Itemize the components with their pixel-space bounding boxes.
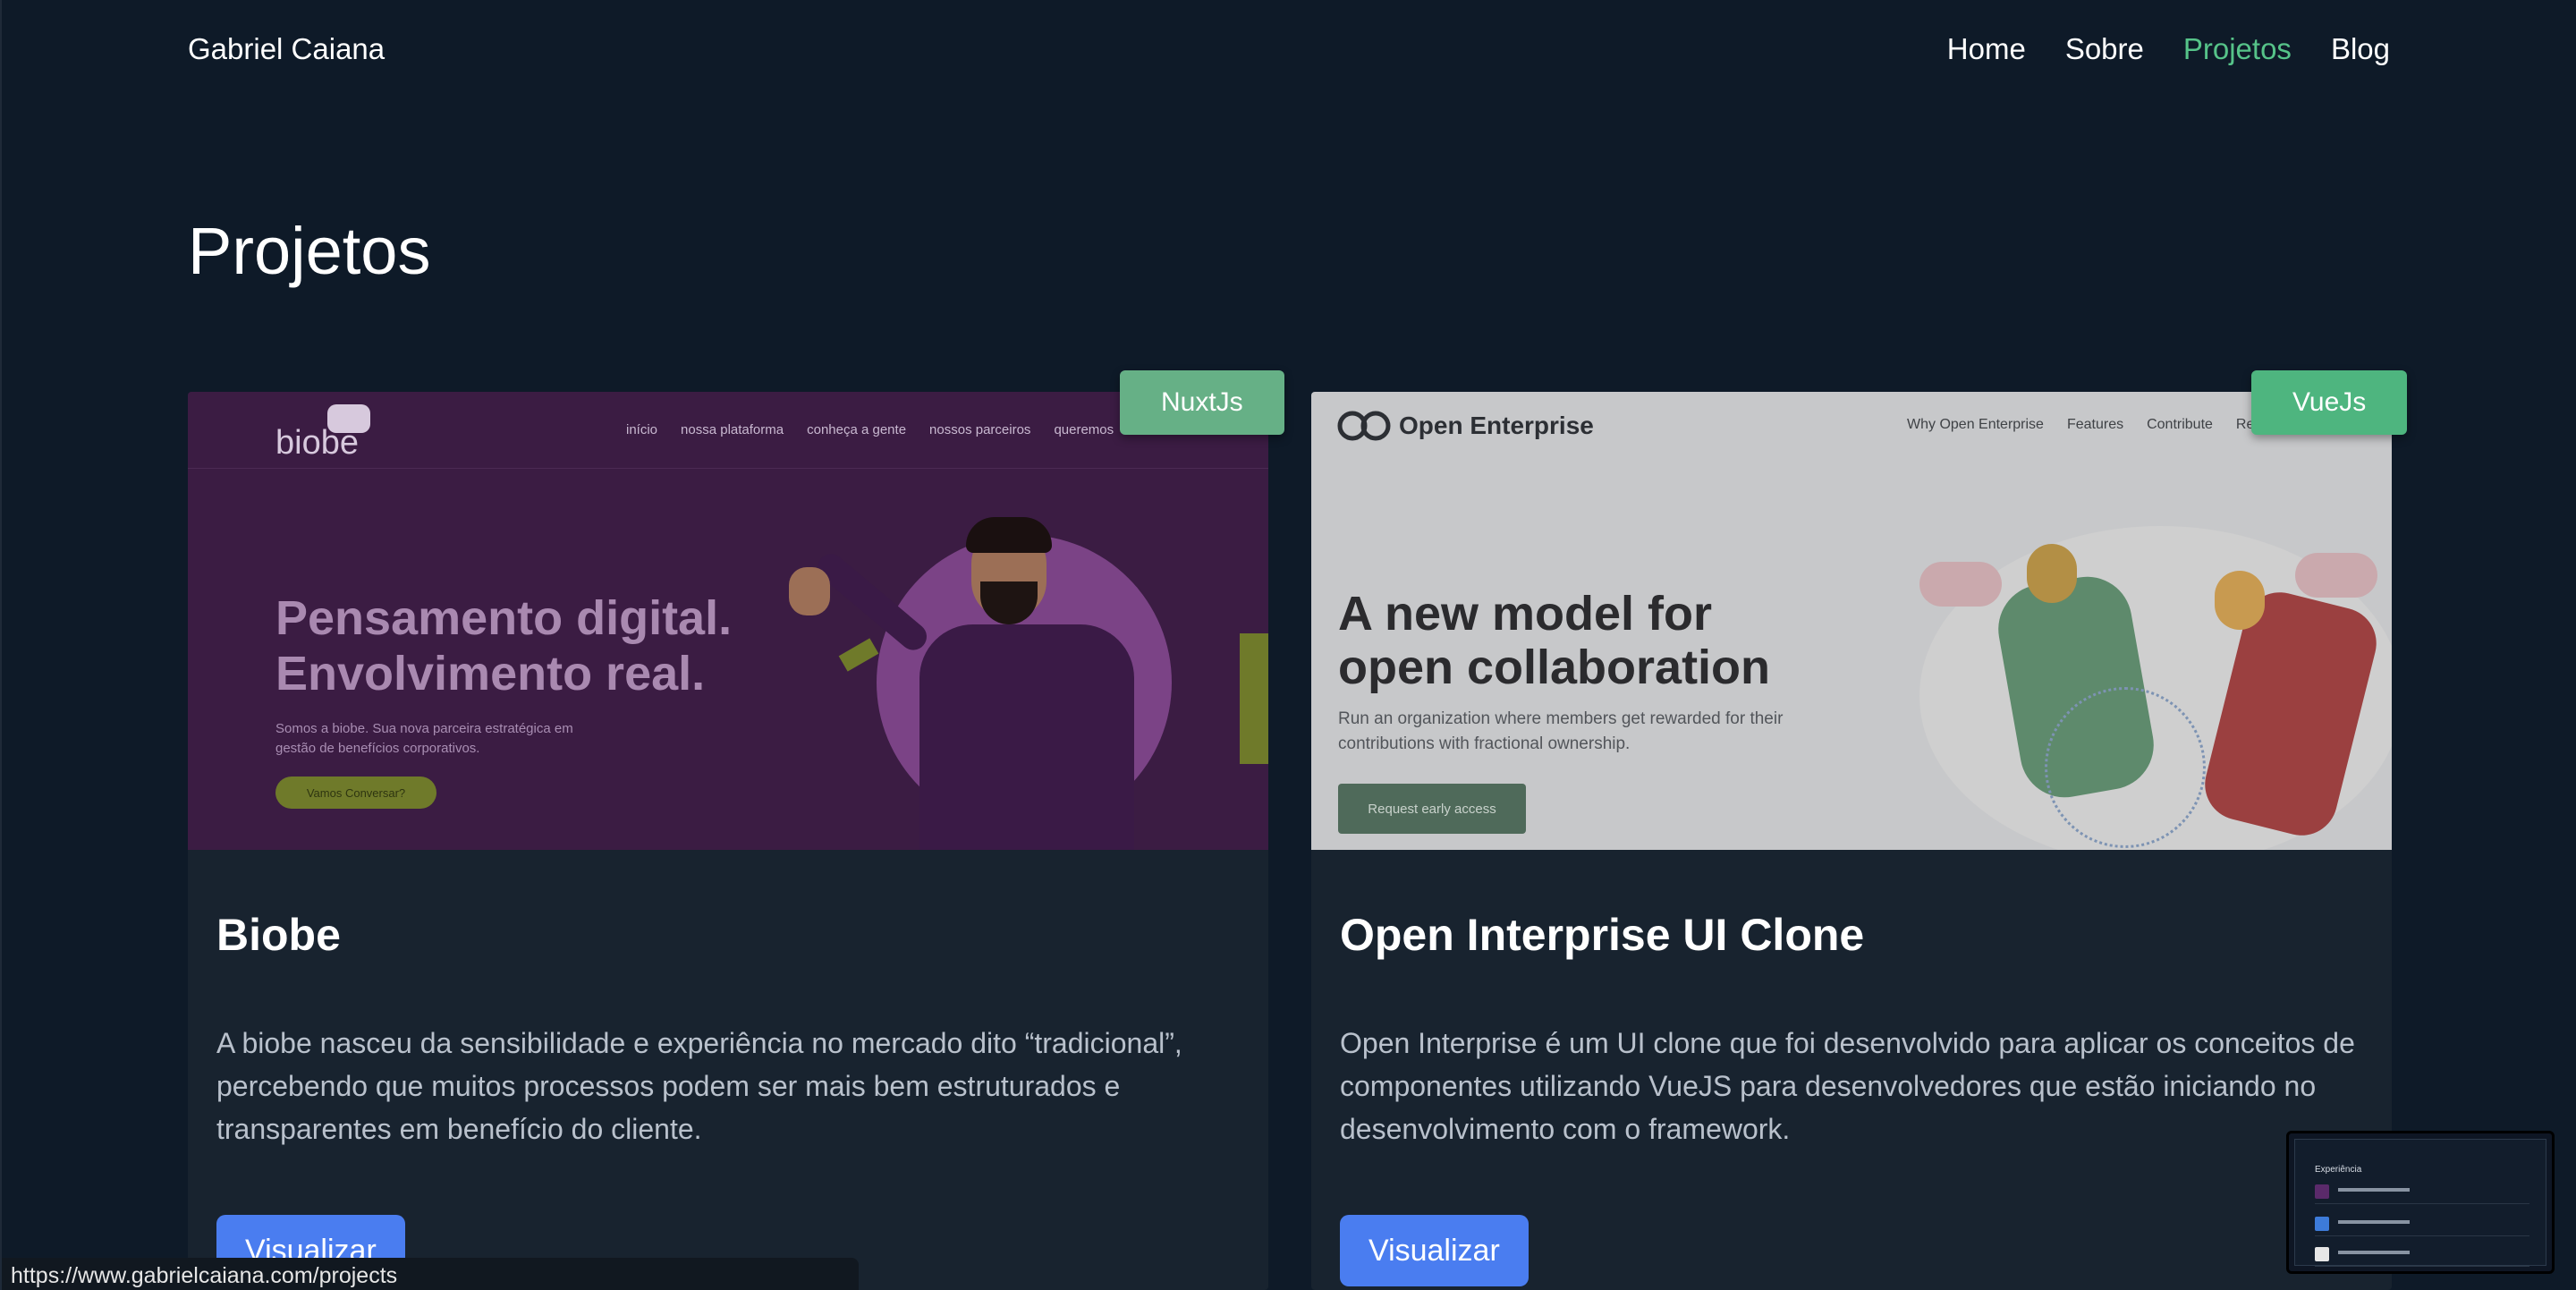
company-logo-icon <box>2315 1247 2329 1261</box>
preview-link: Contribute <box>2147 417 2213 432</box>
mini-preview-row <box>2315 1183 2529 1204</box>
open-enterprise-logo-icon <box>1337 411 1391 441</box>
mini-preview-line <box>2338 1220 2410 1224</box>
illustration-person <box>919 624 1134 850</box>
preview-headline-line: Envolvimento real. <box>275 647 706 700</box>
page: Gabriel Caiana Home Sobre Projetos Blog … <box>0 0 2576 1290</box>
preview-headline: A new model for open collaboration <box>1338 587 1770 694</box>
nav-blog[interactable]: Blog <box>2331 32 2390 66</box>
nav-projetos[interactable]: Projetos <box>2183 32 2292 66</box>
preview-headline-line: Pensamento digital. <box>275 591 733 645</box>
nav-sobre[interactable]: Sobre <box>2065 32 2144 66</box>
project-thumbnail-open-interprise[interactable]: Open Enterprise Why Open Enterprise Feat… <box>1311 392 2392 850</box>
illustration-head <box>2215 571 2265 630</box>
mini-preview-row <box>2315 1215 2529 1236</box>
preview-link: início <box>626 422 658 437</box>
preview-subtitle: Somos a biobe. Sua nova parceira estraté… <box>275 721 573 756</box>
illustration-head <box>2027 544 2077 603</box>
site-header: Gabriel Caiana Home Sobre Projetos Blog <box>188 27 2390 72</box>
preview-links: Why Open Enterprise Features Contribute … <box>1907 417 2254 433</box>
project-title: Open Interprise UI Clone <box>1340 910 1865 960</box>
preview-link: conheça a gente <box>807 422 907 437</box>
preview-headline-line: open collaboration <box>1338 641 1771 694</box>
mini-page-preview[interactable]: Experiência <box>2286 1131 2555 1274</box>
feedback-tab <box>1240 633 1268 764</box>
tech-badge-nuxtjs: NuxtJs <box>1120 370 1284 435</box>
project-card-open-interprise: Open Enterprise Why Open Enterprise Feat… <box>1311 392 2392 1290</box>
mini-preview-content: Experiência <box>2294 1139 2546 1267</box>
preview-link: queremos <box>1054 422 1114 437</box>
preview-cta: Vamos Conversar? <box>275 777 436 809</box>
preview-link: Features <box>2066 417 2124 432</box>
speech-bubble-icon <box>1919 562 2002 607</box>
tech-badge-vuejs: VueJs <box>2251 370 2408 435</box>
project-description: A biobe nasceu da sensibilidade e experi… <box>216 1027 1182 1145</box>
illustration-cuff <box>838 638 879 672</box>
preview-link: nossa plataforma <box>681 422 784 437</box>
preview-link: nossos parceiros <box>929 422 1031 437</box>
illustration-dots <box>2045 687 2206 848</box>
project-title: Biobe <box>216 910 341 960</box>
visualize-button[interactable]: Visualizar <box>1340 1215 1529 1286</box>
preview-headline-line: A new model for <box>1338 587 1713 641</box>
browser-status-url: https://www.gabrielcaiana.com/projects <box>2 1258 859 1290</box>
project-description: Open Interprise é um UI clone que foi de… <box>1340 1027 2355 1145</box>
preview-subtitle: Run an organization where members get re… <box>1338 709 1784 753</box>
site-brand[interactable]: Gabriel Caiana <box>188 32 385 66</box>
waving-hand-icon <box>789 567 830 615</box>
preview-cta: Request early access <box>1338 784 1526 834</box>
preview-link: Why Open Enterprise <box>1907 417 2044 432</box>
main-nav: Home Sobre Projetos Blog <box>1947 32 2390 66</box>
preview-logo: biobe <box>275 424 359 462</box>
project-card-biobe: biobe início nossa plataforma conheça a … <box>188 392 1268 1290</box>
mini-preview-row <box>2315 1245 2529 1267</box>
mini-preview-line <box>2338 1251 2410 1254</box>
speech-bubble-icon <box>2295 553 2377 598</box>
illustration-hair <box>966 517 1052 553</box>
preview-headline: Pensamento digital. Envolvimento real. <box>275 590 732 701</box>
preview-logo: Open Enterprise <box>1399 412 1594 439</box>
nav-home[interactable]: Home <box>1947 32 2026 66</box>
mini-preview-line <box>2338 1188 2410 1192</box>
project-thumbnail-biobe[interactable]: biobe início nossa plataforma conheça a … <box>188 392 1268 850</box>
company-logo-icon <box>2315 1184 2329 1199</box>
mini-preview-heading: Experiência <box>2315 1165 2362 1175</box>
preview-links: início nossa plataforma conheça a gente … <box>626 422 1114 437</box>
company-logo-icon <box>2315 1217 2329 1231</box>
page-title: Projetos <box>188 214 431 288</box>
